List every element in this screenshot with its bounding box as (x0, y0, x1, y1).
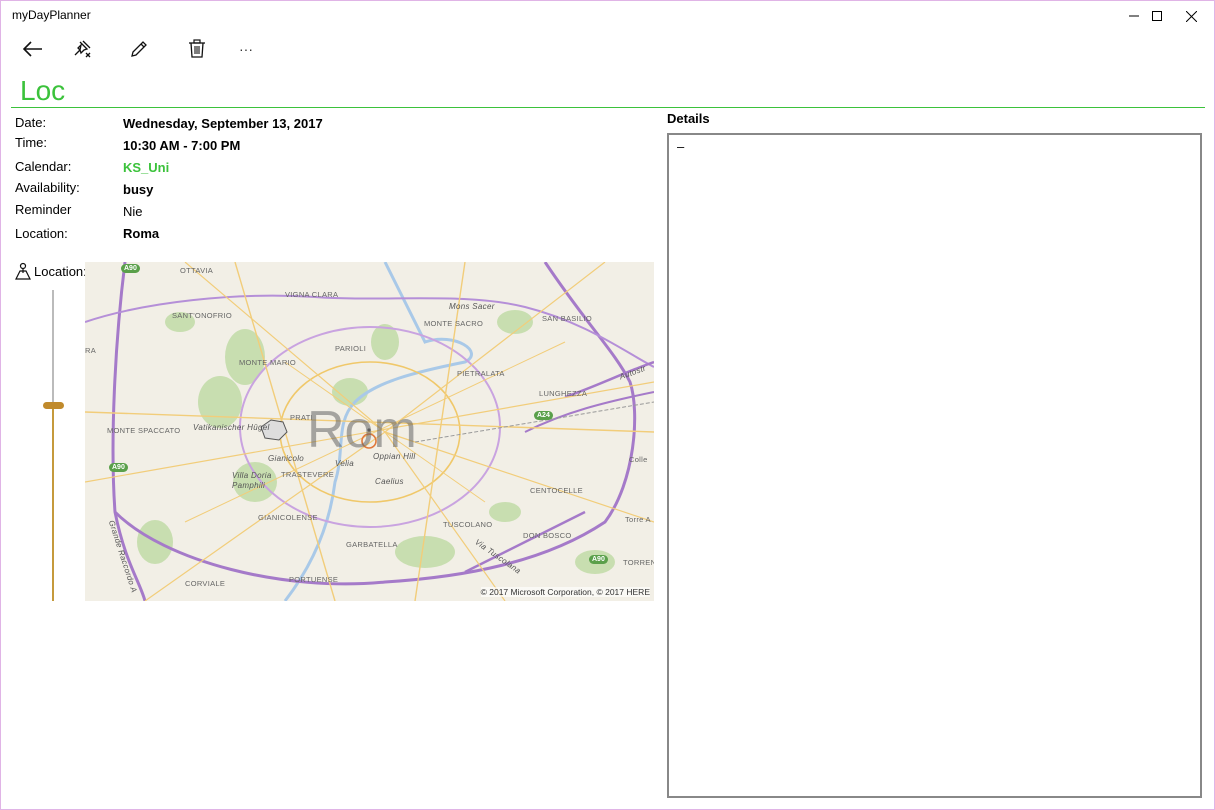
map-place-label: GARBATELLA (346, 540, 398, 549)
details-text: – (677, 139, 685, 154)
close-icon (1185, 10, 1197, 22)
title-divider (11, 107, 1205, 108)
map-city-label: Rom (307, 401, 417, 459)
highway-shield: A90 (109, 463, 128, 472)
map-pin-person-icon (15, 262, 31, 280)
app-window: myDayPlanner ··· Loc Date: Wednesday, Se… (0, 0, 1215, 810)
close-button[interactable] (1168, 1, 1214, 31)
map-place-label: GIANICOLENSE (258, 513, 318, 522)
map-view[interactable]: Rom OTTAVIA VIGNA CLARA Mons Sacer SANT'… (85, 262, 654, 601)
map-place-label: DON BOSCO (523, 531, 572, 540)
time-label: Time: (15, 135, 48, 150)
map-location-text: Location: (34, 263, 87, 279)
highway-shield: A90 (121, 264, 140, 273)
zoom-slider-thumb[interactable] (43, 402, 64, 409)
pin-icon (74, 40, 91, 58)
more-button[interactable]: ··· (226, 33, 266, 65)
edit-pencil-icon (131, 41, 147, 57)
map-place-label: VIGNA CLARA (285, 290, 339, 299)
more-ellipsis-icon: ··· (239, 41, 253, 57)
maximize-icon (1152, 11, 1162, 21)
time-value: 10:30 AM - 7:00 PM (123, 138, 241, 153)
map-place-label: CENTOCELLE (530, 486, 583, 495)
map-place-label: Mons Sacer (449, 302, 495, 311)
delete-trash-icon (189, 39, 205, 58)
map-place-label: PORTUENSE (289, 575, 339, 584)
availability-value: busy (123, 182, 154, 197)
location-value: Roma (123, 226, 160, 241)
zoom-slider-fill (52, 409, 54, 601)
map-place-label: RA (85, 346, 97, 355)
calendar-label: Calendar: (15, 159, 72, 174)
map-place-label: Oppian Hill (373, 452, 416, 461)
date-label: Date: (15, 115, 47, 130)
map-place-label: PRATI (290, 413, 314, 422)
page-title: Loc (20, 75, 66, 106)
availability-label: Availability: (15, 180, 80, 195)
app-title: myDayPlanner (12, 8, 91, 22)
calendar-value: KS_Uni (123, 160, 170, 175)
map-place-label: MONTE SPACCATO (107, 426, 181, 435)
details-textbox[interactable]: – (667, 133, 1202, 798)
map-place-label: SAN BASILIO (542, 314, 592, 323)
title-bar: myDayPlanner (1, 1, 1214, 31)
map-place-label: CORVIALE (185, 579, 226, 588)
map-place-label: Velia (335, 459, 354, 468)
map-copyright: © 2017 Microsoft Corporation, © 2017 HER… (480, 587, 650, 597)
highway-shield: A90 (589, 555, 608, 564)
delete-button[interactable] (177, 33, 217, 65)
map-place-label: LUNGHEZZA (539, 389, 588, 398)
map-place-label: Colle (629, 455, 648, 464)
reminder-value: Nie (123, 204, 143, 219)
map-place-label: MONTE MARIO (239, 358, 297, 367)
map-place-label: TRASTEVERE (281, 470, 335, 479)
map-place-label: TUSCOLANO (443, 520, 493, 529)
map-place-label: Torre A (625, 515, 651, 524)
pin-button[interactable] (62, 33, 102, 65)
map-place-label: SANT'ONOFRIO (172, 311, 233, 320)
reminder-label: Reminder (15, 202, 72, 217)
back-arrow-icon (23, 41, 42, 57)
map-location-label: Location: (15, 262, 87, 280)
map-place-label: Caelius (375, 477, 404, 486)
highway-shield: A24 (534, 411, 553, 420)
map-place-label: MONTE SACRO (424, 319, 484, 328)
map-place-label: PIETRALATA (457, 369, 505, 378)
map-place-label: Gianicolo (268, 454, 305, 463)
date-value: Wednesday, September 13, 2017 (123, 116, 323, 131)
map-place-label: PARIOLI (335, 344, 367, 353)
details-label: Details (667, 111, 710, 126)
command-bar: ··· (1, 31, 701, 67)
edit-button[interactable] (119, 33, 159, 65)
map-place-label: TORREN (623, 558, 654, 567)
map-place-label: Villa Doria Pamphili (232, 471, 272, 490)
map-place-label: OTTAVIA (180, 266, 214, 275)
map-place-label: Vatikanischer Hügel (193, 423, 270, 432)
location-label: Location: (15, 226, 68, 241)
back-button[interactable] (13, 33, 53, 65)
